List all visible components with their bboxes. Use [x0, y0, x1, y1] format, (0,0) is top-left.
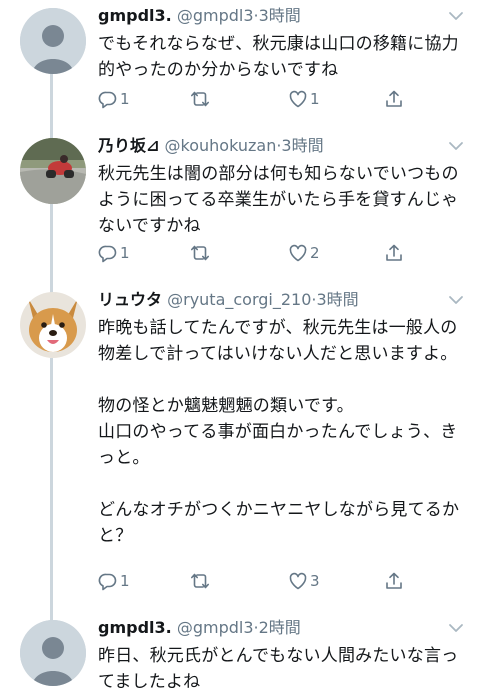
reply-button[interactable]: 1 [98, 88, 130, 110]
reply-icon [98, 245, 117, 263]
avatar[interactable] [20, 292, 86, 358]
like-button[interactable]: 2 [288, 242, 320, 264]
share-icon [386, 90, 402, 107]
chevron-down-icon[interactable] [448, 10, 464, 22]
retweet-button[interactable] [190, 242, 212, 264]
avatar[interactable] [20, 138, 86, 204]
timestamp[interactable]: 3時間 [259, 6, 301, 25]
default-avatar-icon [20, 8, 86, 74]
retweet-icon [191, 245, 209, 261]
like-icon [289, 244, 307, 262]
tweet-actions: 1 2 [98, 242, 418, 264]
reply-count: 1 [120, 244, 130, 262]
chevron-down-icon[interactable] [448, 140, 464, 152]
tweet-header: gmpdl3. @gmpdl3·3時間 [98, 4, 446, 28]
tweet-text: 昨日、秋元氏がとんでもない人間みたいな言ってましたよね [98, 646, 459, 692]
avatar[interactable] [20, 8, 86, 74]
share-icon [386, 572, 402, 589]
share-button[interactable] [384, 570, 404, 592]
default-avatar-icon [20, 620, 86, 686]
avatar-photo-icon [20, 292, 86, 358]
user-handle[interactable]: @gmpdl3 [177, 6, 254, 25]
timestamp[interactable]: 3時間 [281, 136, 323, 155]
chevron-down-icon[interactable] [448, 622, 464, 634]
tweet-text: 秋元先生は闇の部分は何も知らないでいつものように困ってる卒業生がいたら手を貸すん… [98, 164, 459, 236]
like-button[interactable]: 3 [288, 570, 320, 592]
like-button[interactable]: 1 [288, 88, 320, 110]
tweet[interactable]: 乃り坂⊿ @kouhokuzan·3時間 秋元先生は闇の部分は何も知らないでいつ… [0, 120, 480, 282]
avatar[interactable] [20, 620, 86, 686]
user-handle[interactable]: @ryuta_corgi_210 [167, 290, 311, 309]
avatar-photo-icon [20, 138, 86, 204]
tweet-header: リュウタ @ryuta_corgi_210·3時間 [98, 288, 446, 312]
like-icon [289, 572, 307, 590]
reply-icon [98, 573, 117, 591]
chevron-down-icon[interactable] [448, 294, 464, 306]
reply-count: 1 [120, 572, 130, 590]
reply-count: 1 [120, 90, 130, 108]
display-name[interactable]: gmpdl3. [98, 618, 172, 637]
tweet-header: gmpdl3. @gmpdl3·2時間 [98, 616, 446, 640]
like-count: 1 [310, 90, 320, 108]
retweet-button[interactable] [190, 88, 212, 110]
display-name[interactable]: 乃り坂⊿ [98, 136, 159, 155]
tweet-text: 昨晩も話してたんですが、秋元先生は一般人の物差しで計ってはいけない人だと思います… [98, 318, 460, 546]
retweet-icon [191, 91, 209, 107]
like-count: 2 [310, 244, 320, 262]
reply-button[interactable]: 1 [98, 570, 130, 592]
timestamp[interactable]: 2時間 [259, 618, 301, 637]
like-icon [289, 90, 307, 108]
like-count: 3 [310, 572, 320, 590]
reply-icon [98, 91, 117, 109]
display-name[interactable]: gmpdl3. [98, 6, 172, 25]
share-button[interactable] [384, 242, 404, 264]
display-name[interactable]: リュウタ [98, 290, 162, 309]
retweet-button[interactable] [190, 570, 212, 592]
reply-button[interactable]: 1 [98, 242, 130, 264]
tweet[interactable]: リュウタ @ryuta_corgi_210·3時間 昨晩も話してたんですが、秋元… [0, 282, 480, 602]
tweet-text: でもそれならなぜ、秋元康は山口の移籍に協力的やったのか分からないですね [98, 34, 459, 80]
share-icon [386, 244, 402, 261]
retweet-icon [191, 573, 209, 589]
user-handle[interactable]: @gmpdl3 [177, 618, 254, 637]
tweet-actions: 1 1 [98, 88, 418, 110]
tweet-actions: 1 3 [98, 570, 418, 592]
tweet[interactable]: gmpdl3. @gmpdl3·3時間 でもそれならなぜ、秋元康は山口の移籍に協… [0, 0, 480, 120]
user-handle[interactable]: @kouhokuzan [165, 136, 277, 155]
tweet[interactable]: gmpdl3. @gmpdl3·2時間 昨日、秋元氏がとんでもない人間みたいな言… [0, 602, 480, 696]
share-button[interactable] [384, 88, 404, 110]
tweet-header: 乃り坂⊿ @kouhokuzan·3時間 [98, 134, 446, 158]
timestamp[interactable]: 3時間 [317, 290, 359, 309]
